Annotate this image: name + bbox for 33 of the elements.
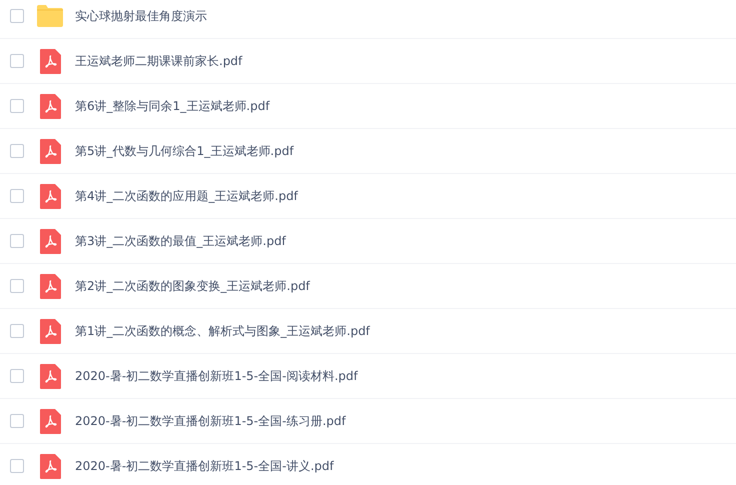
- file-name[interactable]: 第2讲_二次函数的图象变换_王运斌老师.pdf: [75, 278, 310, 294]
- pdf-file-icon: [40, 228, 60, 254]
- pdf-file-icon: [40, 274, 60, 298]
- file-name[interactable]: 2020-暑-初二数学直播创新班1-5-全国-练习册.pdf: [75, 412, 346, 430]
- pdf-file-icon: [40, 364, 60, 388]
- checkbox[interactable]: [10, 324, 24, 338]
- pdf-file-icon: [40, 138, 60, 164]
- file-name[interactable]: 第5讲_代数与几何综合1_王运斌老师.pdf: [75, 142, 294, 160]
- checkbox[interactable]: [10, 189, 24, 203]
- file-name[interactable]: 2020-暑-初二数学直播创新班1-5-全国-讲义.pdf: [75, 458, 334, 474]
- checkbox[interactable]: [10, 369, 24, 383]
- checkbox[interactable]: [10, 9, 24, 23]
- checkbox[interactable]: [10, 99, 24, 113]
- pdf-file-icon: [40, 94, 60, 118]
- checkbox[interactable]: [10, 234, 24, 248]
- file-name[interactable]: 第6讲_整除与同余1_王运斌老师.pdf: [75, 98, 270, 114]
- pdf-file-icon: [40, 408, 60, 434]
- checkbox[interactable]: [10, 459, 24, 473]
- checkbox[interactable]: [10, 279, 24, 293]
- pdf-file-icon: [40, 48, 60, 74]
- pdf-file-icon: [40, 454, 60, 478]
- file-name[interactable]: 实心球抛射最佳角度演示: [75, 8, 207, 24]
- pdf-file-icon: [40, 184, 60, 208]
- folder-icon: [37, 5, 63, 27]
- file-name[interactable]: 2020-暑-初二数学直播创新班1-5-全国-阅读材料.pdf: [75, 368, 358, 384]
- checkbox[interactable]: [10, 144, 24, 158]
- file-name[interactable]: 第4讲_二次函数的应用题_王运斌老师.pdf: [75, 188, 298, 204]
- file-name[interactable]: 第3讲_二次函数的最值_王运斌老师.pdf: [75, 232, 286, 250]
- checkbox[interactable]: [10, 54, 24, 68]
- file-name[interactable]: 第1讲_二次函数的概念、解析式与图象_王运斌老师.pdf: [75, 322, 370, 340]
- file-name[interactable]: 王运斌老师二期课课前家长.pdf: [75, 52, 242, 70]
- checkbox[interactable]: [10, 414, 24, 428]
- pdf-file-icon: [40, 318, 60, 344]
